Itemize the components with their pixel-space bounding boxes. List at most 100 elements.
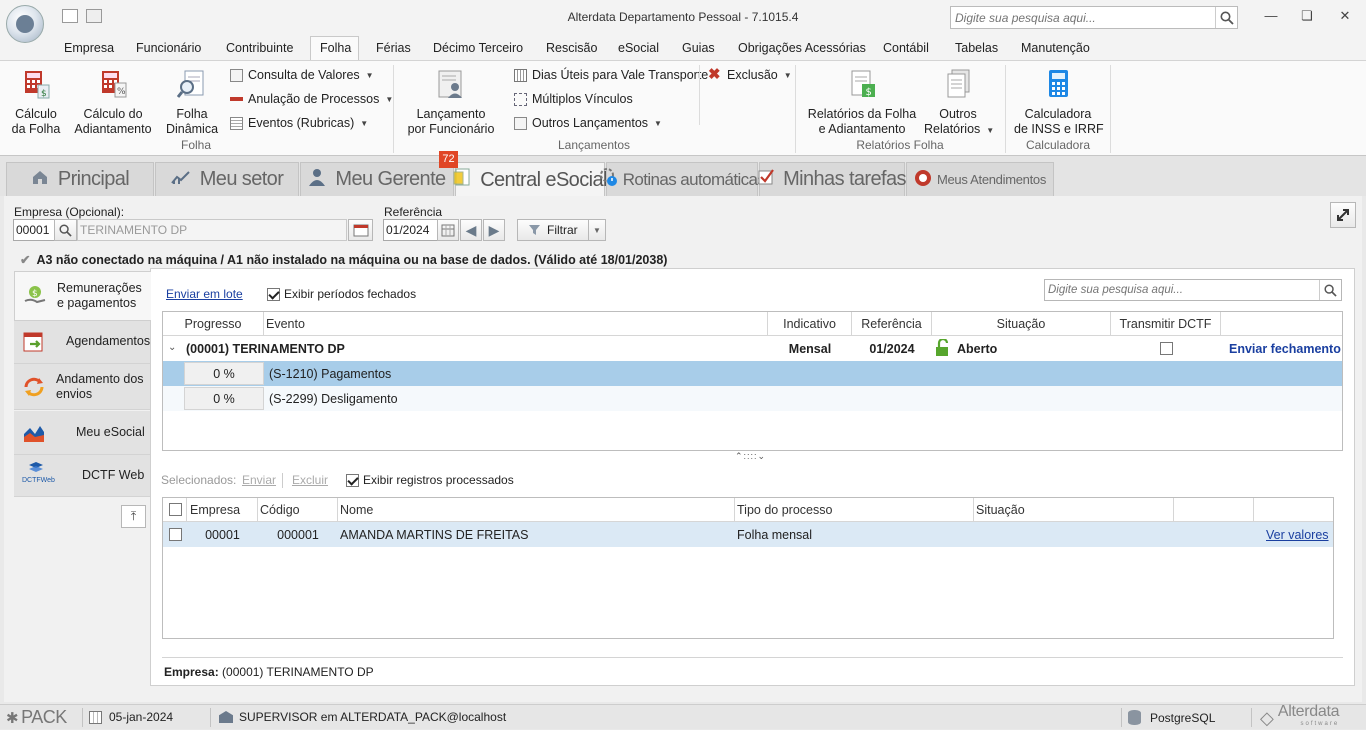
enviar-lote-link[interactable]: Enviar em lote xyxy=(166,287,243,301)
nav-andamento-envios[interactable]: Andamento dos envios xyxy=(14,364,150,410)
empresa-search-button[interactable] xyxy=(54,219,77,241)
search-icon[interactable] xyxy=(1319,280,1341,300)
column-referencia[interactable]: Referência xyxy=(852,312,932,336)
menu-contribuinte[interactable]: Contribuinte xyxy=(226,41,293,55)
menu-decimo-terceiro[interactable]: Décimo Terceiro xyxy=(433,41,523,55)
minimize-icon[interactable]: — xyxy=(1262,8,1280,24)
column-situacao[interactable]: Situação xyxy=(932,312,1111,336)
column-tipo-processo[interactable]: Tipo do processo xyxy=(735,498,974,522)
tab-principal[interactable]: Principal xyxy=(6,162,154,196)
exibir-processados-checkbox[interactable] xyxy=(346,473,359,487)
global-search-input[interactable] xyxy=(951,7,1213,28)
multiplos-vinculos-button[interactable]: Múltiplos Vínculos xyxy=(514,92,633,106)
tab-central-esocial[interactable]: Central eSocial xyxy=(453,162,607,197)
relatorios-folha-button[interactable]: $ Relatórios da Folha e Adiantamento xyxy=(806,69,918,137)
referencia-calendar-button[interactable] xyxy=(437,219,459,241)
next-month-button[interactable]: ▶ xyxy=(483,219,505,241)
panel-search-input[interactable] xyxy=(1045,280,1315,300)
menu-obrigacoes[interactable]: Obrigações Acessórias xyxy=(738,41,866,55)
calculo-adiantamento-button[interactable]: % Cálculo do Adiantamento xyxy=(72,69,154,137)
column-indicativo[interactable]: Indicativo xyxy=(768,312,852,336)
menu-guias[interactable]: Guias xyxy=(682,41,715,55)
group-row[interactable]: ⌄ (00001) TERINAMENTO DP Mensal 01/2024 … xyxy=(163,336,1342,361)
chevron-down-icon[interactable]: ⌄ xyxy=(168,342,176,353)
global-search[interactable] xyxy=(950,6,1238,29)
row-checkbox[interactable] xyxy=(169,528,182,541)
records-grid: Empresa Código Nome Tipo do processo Sit… xyxy=(162,497,1334,639)
column-codigo[interactable]: Código xyxy=(258,498,338,522)
referencia-input[interactable]: 01/2024 xyxy=(383,219,438,241)
enviar-fechamento-link[interactable]: Enviar fechamento xyxy=(1229,342,1341,356)
menu-esocial[interactable]: eSocial xyxy=(618,41,659,55)
select-all-checkbox[interactable] xyxy=(169,503,182,517)
panel-search[interactable] xyxy=(1044,279,1342,301)
previous-month-button[interactable]: ◀ xyxy=(460,219,482,241)
consulta-valores-label: Consulta de Valores xyxy=(248,68,360,82)
menu-tabelas[interactable]: Tabelas xyxy=(955,41,998,55)
outros-relatorios-button[interactable]: Outros Relatórios ▼ xyxy=(924,69,994,138)
nav-remuneracoes[interactable]: $ Remunerações e pagamentos xyxy=(14,271,151,321)
table-row[interactable]: 00001 000001 AMANDA MARTINS DE FREITAS F… xyxy=(163,522,1333,547)
exibir-fechados-option[interactable]: Exibir períodos fechados xyxy=(267,287,416,301)
column-nome[interactable]: Nome xyxy=(338,498,735,522)
scroll-top-button[interactable]: ⤒ xyxy=(121,505,146,528)
tab-minhas-tarefas[interactable]: Minhas tarefas xyxy=(758,162,906,196)
menu-ferias[interactable]: Férias xyxy=(376,41,411,55)
folha-dinamica-button[interactable]: Folha Dinâmica xyxy=(164,69,220,137)
outros-lancamentos-button[interactable]: Outros Lançamentos ▼ xyxy=(514,116,662,130)
calculo-folha-button[interactable]: $ Cálculo da Folha xyxy=(8,69,64,137)
menu-rescisao[interactable]: Rescisão xyxy=(546,41,597,55)
column-situacao[interactable]: Situação xyxy=(974,498,1174,522)
column-empresa[interactable]: Empresa xyxy=(187,498,258,522)
column-evento[interactable]: Evento xyxy=(264,312,768,336)
menu-contabil[interactable]: Contábil xyxy=(883,41,929,55)
relatorios-folha-label: Relatórios da Folha e Adiantamento xyxy=(807,107,917,136)
eventos-rubricas-label: Eventos (Rubricas) xyxy=(248,116,355,130)
tab-meu-setor[interactable]: Meu setor xyxy=(155,162,299,196)
app-logo[interactable] xyxy=(6,5,44,43)
consulta-valores-button[interactable]: Consulta de Valores ▼ xyxy=(230,68,374,82)
expand-button[interactable] xyxy=(1330,202,1356,228)
column-transmitir-dctf[interactable]: Transmitir DCTF xyxy=(1111,312,1221,336)
event-row[interactable]: 0 % (S-2299) Desligamento xyxy=(163,386,1342,411)
exibir-processados-option[interactable]: Exibir registros processados xyxy=(346,473,514,487)
eventos-rubricas-button[interactable]: Eventos (Rubricas) ▼ xyxy=(230,116,368,130)
tab-meu-gerente[interactable]: Meu Gerente xyxy=(300,162,454,196)
nav-meu-esocial[interactable]: Meu eSocial xyxy=(14,411,150,455)
footer-value: (00001) TERINAMENTO DP xyxy=(222,665,374,679)
restore-icon[interactable]: ❏ xyxy=(1298,8,1316,24)
ver-valores-link[interactable]: Ver valores xyxy=(1266,528,1329,542)
menu-funcionario[interactable]: Funcionário xyxy=(136,41,201,55)
nav-agendamentos[interactable]: Agendamentos xyxy=(14,320,150,364)
exclusao-button[interactable]: ✖ Exclusão ▼ xyxy=(708,67,792,83)
menu-manutencao[interactable]: Manutenção xyxy=(1021,41,1090,55)
tab-meus-atendimentos[interactable]: Meus Atendimentos xyxy=(906,162,1054,196)
dias-uteis-button[interactable]: Dias Úteis para Vale Transporte xyxy=(514,68,708,82)
tab-minhas-tarefas-label: Minhas tarefas xyxy=(783,168,906,190)
tab-rotinas-automaticas[interactable]: Rotinas automáticas xyxy=(599,162,766,196)
exibir-fechados-checkbox[interactable] xyxy=(267,287,280,301)
enviar-link[interactable]: Enviar xyxy=(242,473,276,487)
lancamento-funcionario-button[interactable]: Lançamento por Funcionário xyxy=(404,69,498,137)
nav-dctf-web[interactable]: DCTFWeb DCTF Web xyxy=(14,455,150,497)
empresa-code-input[interactable]: 00001 xyxy=(13,219,55,241)
calendar-button[interactable] xyxy=(348,219,373,241)
menu-folha[interactable]: Folha xyxy=(320,41,351,55)
splitter-handle[interactable]: ⌃::::⌄ xyxy=(735,451,766,462)
close-icon[interactable]: ✕ xyxy=(1336,8,1354,24)
filtrar-button[interactable]: Filtrar xyxy=(517,219,589,241)
filtrar-dropdown-button[interactable]: ▼ xyxy=(588,219,606,241)
certificate-text: A3 não conectado na máquina / A1 não ins… xyxy=(36,252,668,267)
excluir-link[interactable]: Excluir xyxy=(292,473,328,487)
menu-empresa[interactable]: Empresa xyxy=(64,41,114,55)
checkbox-icon xyxy=(758,168,774,191)
anulacao-processos-button[interactable]: Anulação de Processos ▼ xyxy=(230,92,393,106)
column-progresso[interactable]: Progresso xyxy=(163,312,264,336)
filter-icon xyxy=(529,225,540,235)
transmitir-dctf-checkbox[interactable] xyxy=(1160,342,1173,355)
search-icon[interactable] xyxy=(1215,7,1237,28)
calculadora-inss-button[interactable]: Calculadora de INSS e IRRF xyxy=(1014,69,1104,137)
status-date-text: 05-jan-2024 xyxy=(109,710,174,724)
event-row[interactable]: 0 % (S-1210) Pagamentos xyxy=(163,361,1342,386)
filtrar-label: Filtrar xyxy=(547,223,578,237)
